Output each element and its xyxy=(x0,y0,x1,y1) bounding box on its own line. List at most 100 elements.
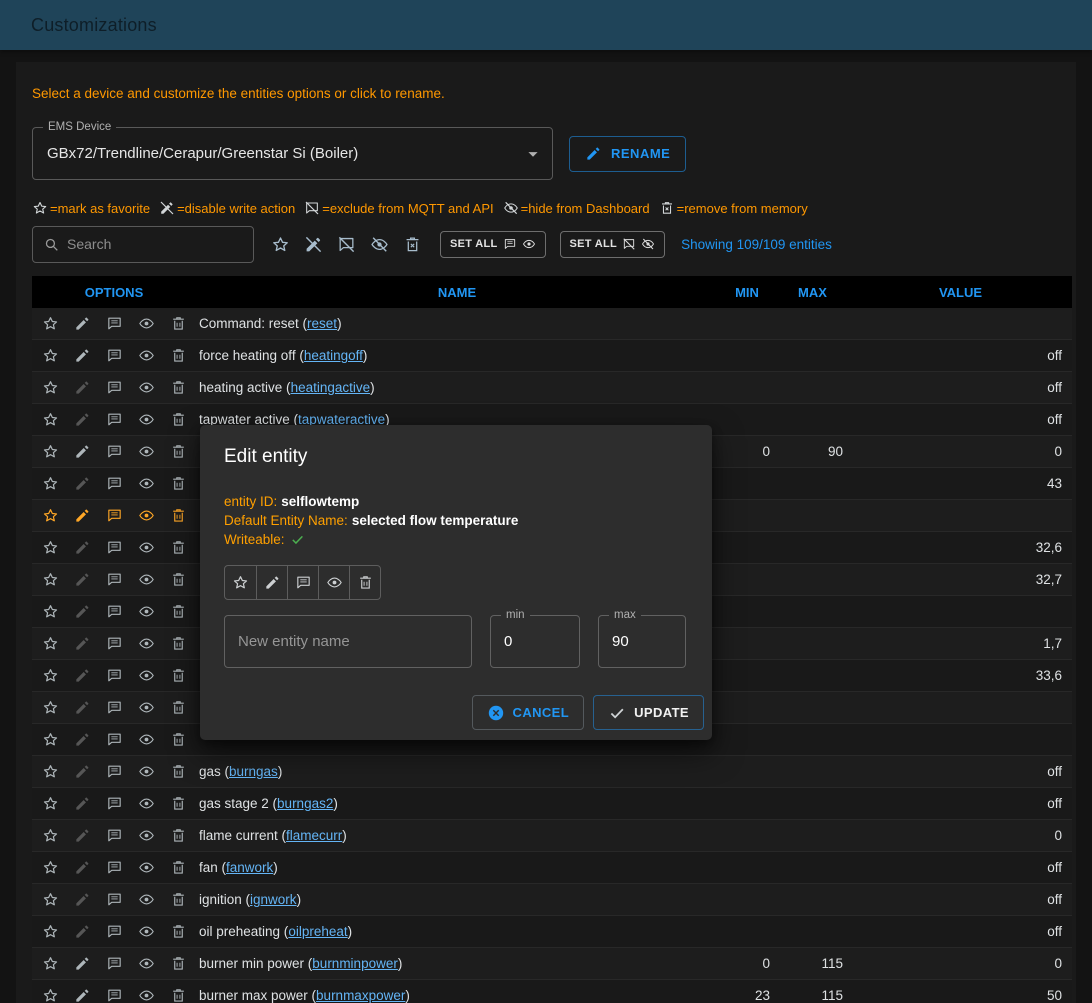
delete-icon-button[interactable] xyxy=(169,634,188,653)
delete-icon-button[interactable] xyxy=(169,538,188,557)
entity-shortname-link[interactable]: flamecurr xyxy=(286,828,342,843)
delete-icon-button[interactable] xyxy=(169,474,188,493)
mqtt-exclude-icon-button[interactable] xyxy=(105,346,124,365)
mqtt-exclude-icon-button[interactable] xyxy=(105,378,124,397)
edit-icon-button[interactable] xyxy=(73,634,92,653)
delete-icon-button[interactable] xyxy=(169,442,188,461)
visibility-icon-button[interactable] xyxy=(137,762,156,781)
edit-icon-button[interactable] xyxy=(73,986,92,1003)
visibility-icon-button[interactable] xyxy=(137,410,156,429)
visibility-icon-button[interactable] xyxy=(137,666,156,685)
visibility-icon-button[interactable] xyxy=(137,922,156,941)
delete-icon-button[interactable] xyxy=(169,858,188,877)
delete-icon-button[interactable] xyxy=(169,794,188,813)
favorite-icon-button[interactable] xyxy=(41,698,60,717)
mqtt-exclude-icon-button[interactable] xyxy=(105,890,124,909)
filter-remove-memory-icon[interactable] xyxy=(400,232,424,256)
visibility-icon-button[interactable] xyxy=(137,698,156,717)
edit-icon-button[interactable] xyxy=(73,442,92,461)
edit-icon-button[interactable] xyxy=(73,954,92,973)
filter-exclude-mqtt-icon[interactable] xyxy=(334,232,358,256)
max-input[interactable] xyxy=(599,616,685,667)
filter-hide-dashboard-icon[interactable] xyxy=(367,232,391,256)
entity-shortname-link[interactable]: oilpreheat xyxy=(288,924,347,939)
visibility-icon-button[interactable] xyxy=(137,890,156,909)
favorite-icon-button[interactable] xyxy=(41,410,60,429)
filter-disable-write-icon[interactable] xyxy=(301,232,325,256)
entity-shortname-link[interactable]: heatingactive xyxy=(291,380,371,395)
entity-shortname-link[interactable]: burngas2 xyxy=(277,796,333,811)
edit-icon-button[interactable] xyxy=(73,506,92,525)
entity-shortname-link[interactable]: burnminpower xyxy=(312,956,398,971)
remove-memory-toggle[interactable] xyxy=(349,566,380,599)
edit-icon-button[interactable] xyxy=(73,890,92,909)
delete-icon-button[interactable] xyxy=(169,890,188,909)
min-input[interactable] xyxy=(491,616,579,667)
entity-shortname-link[interactable]: fanwork xyxy=(226,860,273,875)
exclude-mqtt-toggle[interactable] xyxy=(287,566,318,599)
filter-favorite-icon[interactable] xyxy=(268,232,292,256)
visibility-icon-button[interactable] xyxy=(137,826,156,845)
mqtt-exclude-icon-button[interactable] xyxy=(105,602,124,621)
edit-icon-button[interactable] xyxy=(73,378,92,397)
favorite-toggle[interactable] xyxy=(225,566,256,599)
mqtt-exclude-icon-button[interactable] xyxy=(105,442,124,461)
edit-icon-button[interactable] xyxy=(73,762,92,781)
visibility-icon-button[interactable] xyxy=(137,602,156,621)
delete-icon-button[interactable] xyxy=(169,570,188,589)
visibility-icon-button[interactable] xyxy=(137,858,156,877)
entity-shortname-link[interactable]: burngas xyxy=(229,764,278,779)
cancel-button[interactable]: CANCEL xyxy=(472,695,585,730)
delete-icon-button[interactable] xyxy=(169,922,188,941)
favorite-icon-button[interactable] xyxy=(41,506,60,525)
mqtt-exclude-icon-button[interactable] xyxy=(105,666,124,685)
visibility-icon-button[interactable] xyxy=(137,442,156,461)
favorite-icon-button[interactable] xyxy=(41,954,60,973)
delete-icon-button[interactable] xyxy=(169,346,188,365)
mqtt-exclude-icon-button[interactable] xyxy=(105,538,124,557)
delete-icon-button[interactable] xyxy=(169,954,188,973)
mqtt-exclude-icon-button[interactable] xyxy=(105,922,124,941)
mqtt-exclude-icon-button[interactable] xyxy=(105,730,124,749)
hide-dashboard-toggle[interactable] xyxy=(318,566,349,599)
edit-icon-button[interactable] xyxy=(73,826,92,845)
edit-icon-button[interactable] xyxy=(73,730,92,749)
visibility-icon-button[interactable] xyxy=(137,730,156,749)
delete-icon-button[interactable] xyxy=(169,602,188,621)
mqtt-exclude-icon-button[interactable] xyxy=(105,986,124,1003)
visibility-icon-button[interactable] xyxy=(137,570,156,589)
mqtt-exclude-icon-button[interactable] xyxy=(105,314,124,333)
favorite-icon-button[interactable] xyxy=(41,442,60,461)
entity-shortname-link[interactable]: ignwork xyxy=(250,892,297,907)
edit-icon-button[interactable] xyxy=(73,858,92,877)
mqtt-exclude-icon-button[interactable] xyxy=(105,762,124,781)
mqtt-exclude-icon-button[interactable] xyxy=(105,634,124,653)
mqtt-exclude-icon-button[interactable] xyxy=(105,570,124,589)
edit-icon-button[interactable] xyxy=(73,666,92,685)
delete-icon-button[interactable] xyxy=(169,314,188,333)
rename-button[interactable]: RENAME xyxy=(569,136,686,172)
search-input[interactable] xyxy=(67,236,243,252)
edit-icon-button[interactable] xyxy=(73,570,92,589)
visibility-icon-button[interactable] xyxy=(137,346,156,365)
delete-icon-button[interactable] xyxy=(169,506,188,525)
favorite-icon-button[interactable] xyxy=(41,634,60,653)
favorite-icon-button[interactable] xyxy=(41,474,60,493)
visibility-icon-button[interactable] xyxy=(137,538,156,557)
disable-write-toggle[interactable] xyxy=(256,566,287,599)
favorite-icon-button[interactable] xyxy=(41,570,60,589)
mqtt-exclude-icon-button[interactable] xyxy=(105,954,124,973)
ems-device-select[interactable]: EMS Device GBx72/Trendline/Cerapur/Green… xyxy=(32,127,553,180)
edit-icon-button[interactable] xyxy=(73,602,92,621)
visibility-icon-button[interactable] xyxy=(137,954,156,973)
delete-icon-button[interactable] xyxy=(169,666,188,685)
favorite-icon-button[interactable] xyxy=(41,762,60,781)
edit-icon-button[interactable] xyxy=(73,410,92,429)
mqtt-exclude-icon-button[interactable] xyxy=(105,410,124,429)
favorite-icon-button[interactable] xyxy=(41,378,60,397)
favorite-icon-button[interactable] xyxy=(41,730,60,749)
update-button[interactable]: UPDATE xyxy=(593,695,704,730)
new-entity-name-input[interactable] xyxy=(225,616,471,667)
delete-icon-button[interactable] xyxy=(169,986,188,1003)
favorite-icon-button[interactable] xyxy=(41,826,60,845)
